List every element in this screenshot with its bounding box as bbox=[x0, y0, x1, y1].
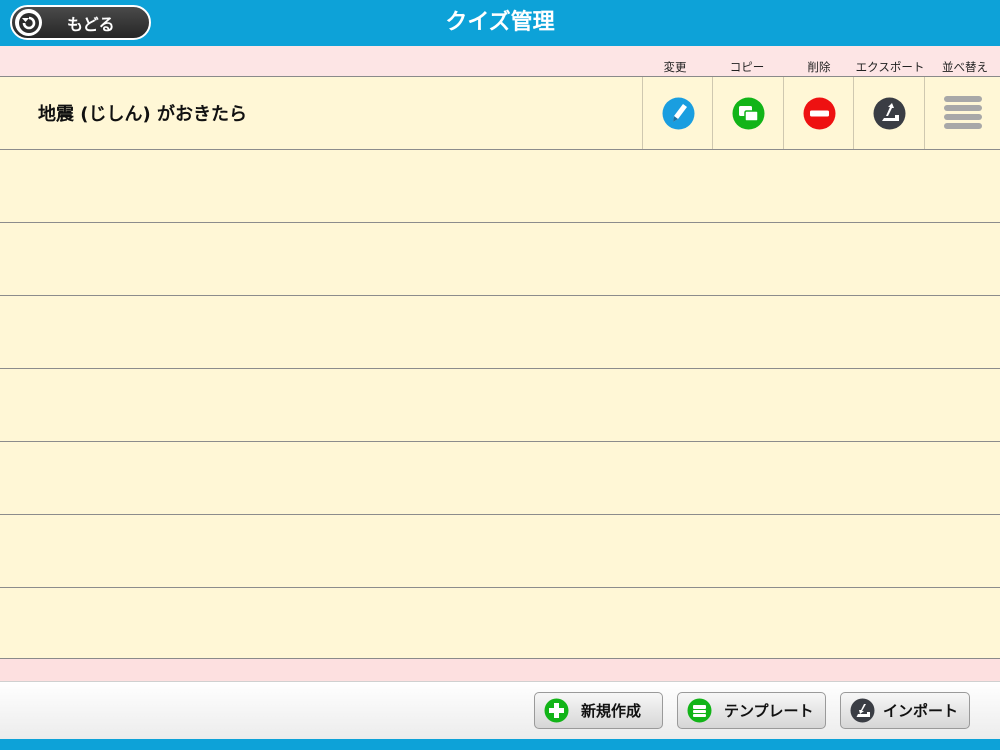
delete-button[interactable] bbox=[783, 77, 854, 149]
bottom-toolbar: 新規作成 テンプレート インポート bbox=[0, 681, 1000, 739]
copy-icon bbox=[732, 97, 764, 129]
import-label: インポート bbox=[883, 702, 959, 720]
pencil-icon bbox=[662, 97, 694, 129]
quiz-title: 地震 (じしん) がおきたら bbox=[38, 104, 247, 125]
quiz-list: 地震 (じしん) がおきたら bbox=[0, 77, 1000, 661]
export-button[interactable] bbox=[853, 77, 924, 149]
new-quiz-label: 新規作成 bbox=[581, 702, 642, 720]
column-label-copy: コピー bbox=[729, 60, 765, 74]
list-footer bbox=[0, 658, 1000, 681]
import-button[interactable]: インポート bbox=[840, 692, 970, 729]
empty-row bbox=[0, 369, 1000, 442]
edit-button[interactable] bbox=[642, 77, 713, 149]
template-icon bbox=[687, 698, 712, 723]
column-header-bar: 変更 コピー 削除 エクスポート 並べ替え bbox=[0, 46, 1000, 77]
bottom-bar bbox=[0, 739, 1000, 750]
header-bar: もどる クイズ管理 bbox=[0, 0, 1000, 46]
column-label-export: エクスポート bbox=[855, 60, 925, 74]
quiz-row[interactable]: 地震 (じしん) がおきたら bbox=[0, 77, 1000, 150]
empty-row bbox=[0, 223, 1000, 296]
template-button[interactable]: テンプレート bbox=[677, 692, 826, 729]
reorder-handle[interactable] bbox=[924, 77, 1000, 149]
column-label-reorder: 並べ替え bbox=[942, 60, 988, 74]
new-quiz-button[interactable]: 新規作成 bbox=[534, 692, 663, 729]
copy-button[interactable] bbox=[712, 77, 783, 149]
back-button-label: もどる bbox=[67, 14, 115, 34]
drag-handle-icon bbox=[943, 96, 982, 129]
minus-icon bbox=[803, 97, 835, 129]
plus-icon bbox=[544, 698, 569, 723]
back-arrow-icon bbox=[15, 9, 42, 36]
empty-row bbox=[0, 588, 1000, 661]
export-icon bbox=[873, 97, 905, 129]
template-label: テンプレート bbox=[724, 702, 814, 720]
empty-row bbox=[0, 442, 1000, 515]
column-label-delete: 削除 bbox=[807, 60, 831, 74]
column-label-edit: 変更 bbox=[663, 60, 687, 74]
import-icon bbox=[850, 698, 875, 723]
back-button[interactable]: もどる bbox=[10, 5, 151, 40]
empty-row bbox=[0, 296, 1000, 369]
empty-row bbox=[0, 150, 1000, 223]
empty-row bbox=[0, 515, 1000, 588]
